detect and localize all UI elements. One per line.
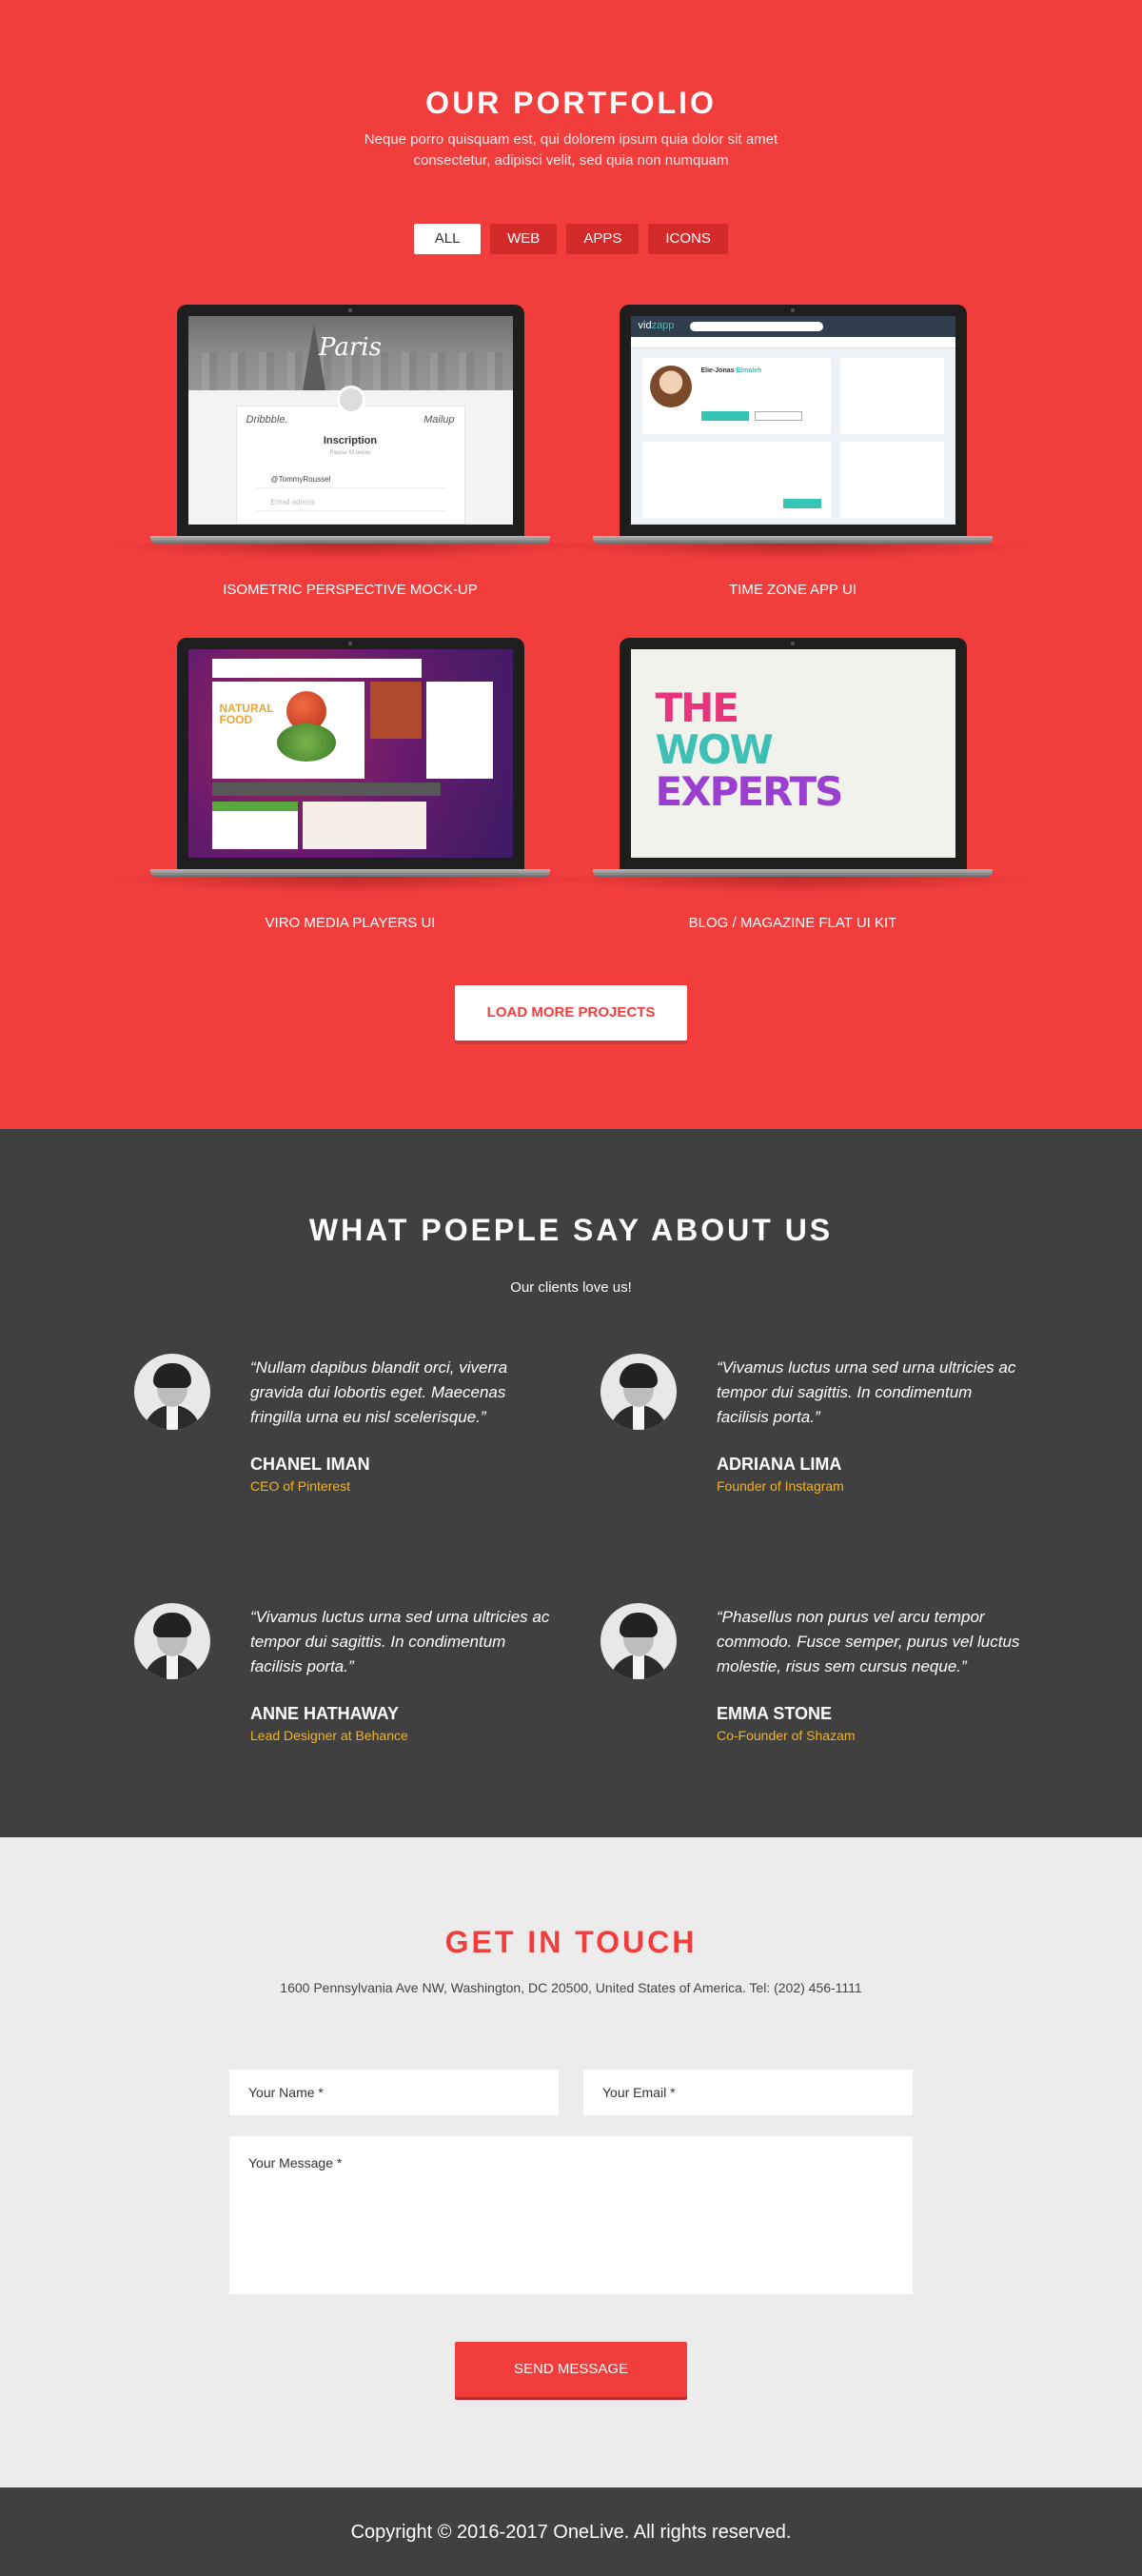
brand-right: Mailup [423, 414, 455, 426]
project-screenshot: THE WOW EXPERTS [630, 649, 955, 858]
message-field[interactable] [229, 2136, 913, 2294]
testimonial-role: CEO of Pinterest [250, 1478, 351, 1494]
testimonial-quote: “Phasellus non purus vel arcu tempor com… [717, 1608, 1020, 1675]
signup-card: Dribbble. Mailup Inscription Please fill… [235, 386, 465, 525]
brand-left: Dribbble. [246, 414, 288, 426]
salad-icon [276, 723, 336, 762]
camera-dot [347, 308, 352, 312]
contact-section: GET IN TOUCH 1600 Pennsylvania Ave NW, W… [0, 1837, 1142, 2487]
avatar [601, 1354, 677, 1430]
portfolio-caption[interactable]: ISOMETRIC PERSPECTIVE MOCK-UP [150, 582, 550, 598]
portfolio-caption[interactable]: BLOG / MAGAZINE FLAT UI KIT [593, 915, 993, 931]
testimonials-subtitle: Our clients love us! [510, 1279, 632, 1296]
online-card [839, 442, 944, 518]
filter-apps-button[interactable]: APPS [566, 224, 640, 254]
project-screenshot: vidzapp Elie-Jonas Elmaleh [630, 316, 955, 525]
app-tabs [630, 337, 955, 348]
food-card: NATURAL FOOD [211, 682, 364, 779]
dribbble-icon [336, 386, 365, 414]
name-field[interactable] [229, 2070, 559, 2115]
testimonials-section: WHAT POEPLE SAY ABOUT US Our clients lov… [0, 1129, 1142, 1837]
profile-name: Elie-Jonas Elmaleh [700, 367, 762, 374]
testimonial-name: CHANEL IMAN [250, 1455, 370, 1474]
email-field[interactable] [583, 2070, 913, 2115]
contact-title: GET IN TOUCH [444, 1925, 698, 1959]
testimonial-role: Lead Designer at Behance [250, 1728, 408, 1743]
portfolio-caption[interactable]: VIRO MEDIA PLAYERS UI [150, 915, 550, 931]
laptop-mockup: vidzapp Elie-Jonas Elmaleh [619, 305, 967, 536]
app-logo: vidzapp [639, 320, 675, 331]
portfolio-section: OUR PORTFOLIO Neque porro quisquam est, … [0, 0, 1142, 1129]
portfolio-item[interactable]: vidzapp Elie-Jonas Elmaleh TIME ZONE APP… [545, 305, 1040, 598]
testimonial-name: EMMA STONE [717, 1704, 833, 1723]
filter-all-button[interactable]: ALL [414, 224, 482, 254]
testimonial-name: ANNE HATHAWAY [250, 1704, 400, 1723]
search-bar [689, 322, 823, 331]
app-navbar: vidzapp [630, 316, 955, 337]
food-title-line2: FOOD [219, 713, 253, 726]
testimonial-quote: “Nullam dapibus blandit orci, viverra gr… [250, 1358, 508, 1426]
avatar [601, 1603, 677, 1679]
card-heading: Inscription [323, 435, 378, 446]
category-bar [211, 659, 422, 678]
avatar [134, 1354, 210, 1430]
filter-icons-button[interactable]: ICONS [648, 224, 728, 254]
card-user-field: @TommyRoussel [255, 471, 446, 488]
wow-experts-artwork: THE WOW EXPERTS [655, 684, 844, 815]
testimonial-card: “Vivamus luctus urna sed urna ultricies … [601, 1354, 1029, 1506]
testimonial-quote: “Vivamus luctus urna sed urna ultricies … [250, 1608, 550, 1675]
testimonial-role: Co-Founder of Shazam [717, 1728, 856, 1743]
testimonial-card: “Phasellus non purus vel arcu tempor com… [601, 1603, 1029, 1755]
portfolio-caption[interactable]: TIME ZONE APP UI [593, 582, 993, 598]
post-card [641, 442, 831, 518]
testimonial-name: ADRIANA LIMA [717, 1455, 842, 1474]
testimonials-title: WHAT POEPLE SAY ABOUT US [308, 1213, 834, 1247]
laptop-mockup: NATURAL FOOD [176, 638, 524, 869]
copyright-text: Copyright © 2016-2017 OneLive. All right… [350, 2522, 792, 2543]
footer: Copyright © 2016-2017 OneLive. All right… [0, 2487, 1142, 2576]
portfolio-subtitle: Neque porro quisquam est, qui dolorem ip… [364, 131, 778, 168]
send-message-button[interactable]: SEND MESSAGE [455, 2342, 687, 2397]
project-screenshot: Paris Dribbble. Mailup Inscription Pleas… [187, 316, 513, 525]
card-subheading: Please fill below [329, 450, 371, 456]
load-more-button[interactable]: LOAD MORE PROJECTS [455, 985, 687, 1040]
card-email-field: Email adress [255, 494, 446, 511]
testimonial-card: “Nullam dapibus blandit orci, viverra gr… [134, 1354, 562, 1506]
filter-web-button[interactable]: WEB [490, 224, 558, 254]
player-bar [211, 783, 441, 796]
portfolio-item[interactable]: THE WOW EXPERTS BLOG / MAGAZINE FLAT UI … [545, 638, 1040, 931]
logo-part-a: vid [638, 320, 652, 331]
testimonial-quote: “Vivamus luctus urna sed urna ultricies … [717, 1358, 1016, 1426]
laptop-mockup: Paris Dribbble. Mailup Inscription Pleas… [176, 305, 524, 536]
portfolio-filters: ALL WEB APPS ICONS [0, 224, 1142, 254]
avatar [134, 1603, 210, 1679]
portfolio-item[interactable]: NATURAL FOOD VIRO MEDIA PLAYERS UI [103, 638, 598, 931]
stats-card [839, 358, 944, 434]
testimonial-card: “Vivamus luctus urna sed urna ultricies … [134, 1603, 562, 1755]
city-name: Paris [319, 333, 382, 362]
avatar [649, 366, 692, 407]
portfolio-title: OUR PORTFOLIO [425, 86, 717, 120]
portfolio-item[interactable]: Paris Dribbble. Mailup Inscription Pleas… [103, 305, 598, 598]
profile-card: Elie-Jonas Elmaleh [641, 358, 831, 434]
testimonial-role: Founder of Instagram [717, 1478, 844, 1494]
laptop-mockup: THE WOW EXPERTS [619, 638, 967, 869]
contact-address: 1600 Pennsylvania Ave NW, Washington, DC… [280, 1980, 862, 1995]
city-banner: Paris [187, 316, 513, 390]
laptop-base [150, 536, 550, 544]
project-screenshot: NATURAL FOOD [187, 649, 513, 858]
logo-part-b: zapp [651, 320, 675, 331]
